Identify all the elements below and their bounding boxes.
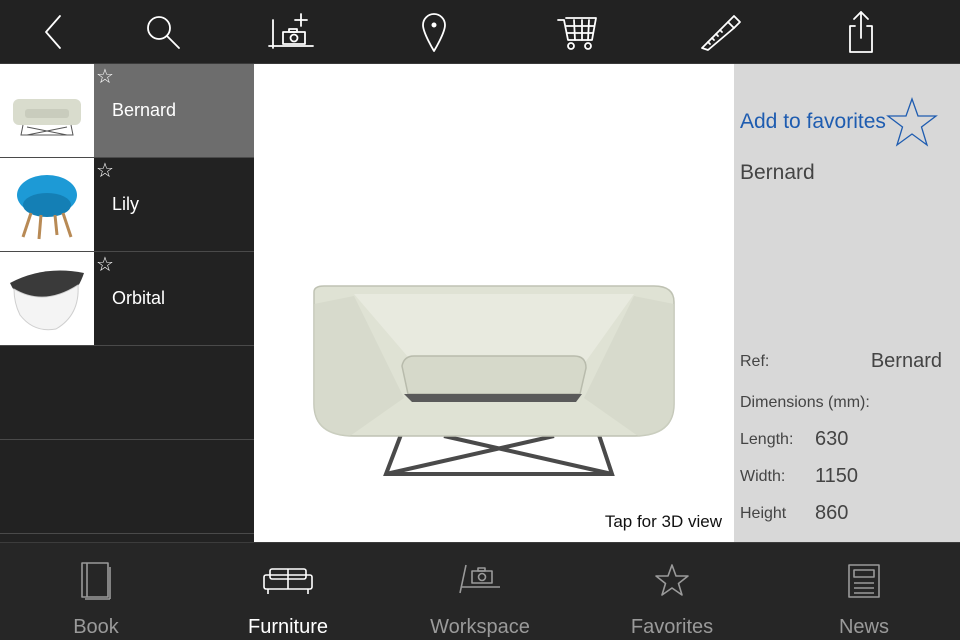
list-item-label: Bernard — [112, 100, 177, 120]
list-item-label: Orbital — [112, 288, 166, 308]
news-icon — [848, 564, 880, 598]
cart-button[interactable] — [553, 8, 603, 56]
width-label: Width: — [740, 468, 786, 485]
add-to-favorites-label: Add to favorites — [740, 110, 886, 133]
add-to-favorites-button[interactable]: Add to favorites — [740, 94, 956, 150]
ref-label: Ref: — [740, 353, 770, 370]
height-label: Height — [740, 505, 787, 522]
length-value: 630 — [815, 428, 849, 450]
tab-workspace[interactable]: Workspace — [384, 543, 576, 640]
saw-icon — [701, 15, 741, 51]
star-icon — [655, 564, 689, 596]
tab-favorites[interactable]: Favorites — [576, 543, 768, 640]
product-name: Bernard — [740, 161, 815, 184]
height-value: 860 — [815, 502, 849, 524]
ref-value: Bernard — [870, 350, 942, 372]
location-pin-icon — [422, 13, 446, 52]
tap-3d-view-label[interactable]: Tap for 3D view — [605, 512, 722, 532]
tab-furniture[interactable]: Furniture — [192, 543, 384, 640]
length-label: Length: — [740, 431, 794, 448]
tab-label: Favorites — [630, 616, 714, 638]
shell-chair-thumbnail — [0, 252, 94, 345]
location-button[interactable] — [409, 8, 459, 56]
tab-label: News — [838, 616, 889, 638]
book-icon — [81, 562, 111, 600]
width-value: 1150 — [815, 465, 859, 487]
list-item-orbital[interactable]: ☆ Orbital — [0, 252, 254, 346]
tab-label: Furniture — [247, 616, 329, 638]
list-item-bernard[interactable]: ☆ Bernard — [0, 64, 254, 158]
back-chevron-icon — [45, 15, 61, 49]
list-item-label: Lily — [112, 194, 140, 214]
share-button[interactable] — [836, 8, 886, 56]
favorite-star-icon[interactable]: ☆ — [96, 254, 114, 276]
star-icon — [885, 97, 938, 147]
back-button[interactable] — [28, 8, 78, 56]
bottom-tab-bar: Book Furniture Workspace Favorites News — [0, 542, 960, 640]
product-preview[interactable]: Tap for 3D view — [254, 64, 734, 542]
favorite-star-icon[interactable]: ☆ — [96, 160, 114, 182]
workspace-camera-icon — [459, 564, 500, 594]
product-list: ☆ Bernard ☆ Lily ☆ Orbital — [0, 64, 254, 542]
product-details: Add to favorites Bernard Ref: Bernard Di… — [734, 64, 960, 542]
tab-news[interactable]: News — [768, 543, 960, 640]
tools-button[interactable] — [695, 8, 745, 56]
blue-chair-thumbnail — [0, 158, 94, 251]
share-icon — [849, 11, 873, 53]
shopping-cart-icon — [557, 17, 597, 50]
bernard-armchair-image — [313, 285, 675, 476]
dimensions-label: Dimensions (mm): — [740, 394, 870, 411]
search-icon — [147, 16, 180, 49]
sofa-icon — [263, 568, 313, 594]
tab-book[interactable]: Book — [0, 543, 192, 640]
tab-label: Book — [73, 616, 119, 638]
search-button[interactable] — [138, 8, 188, 56]
add-photo-button[interactable] — [266, 8, 316, 56]
top-toolbar — [0, 0, 960, 64]
sofa-thumbnail — [0, 64, 94, 157]
add-photo-icon — [268, 13, 314, 49]
tab-label: Workspace — [430, 616, 530, 638]
list-item-lily[interactable]: ☆ Lily — [0, 158, 254, 252]
list-empty-row — [0, 346, 254, 440]
list-empty-row — [0, 440, 254, 534]
favorite-star-icon[interactable]: ☆ — [96, 66, 114, 88]
